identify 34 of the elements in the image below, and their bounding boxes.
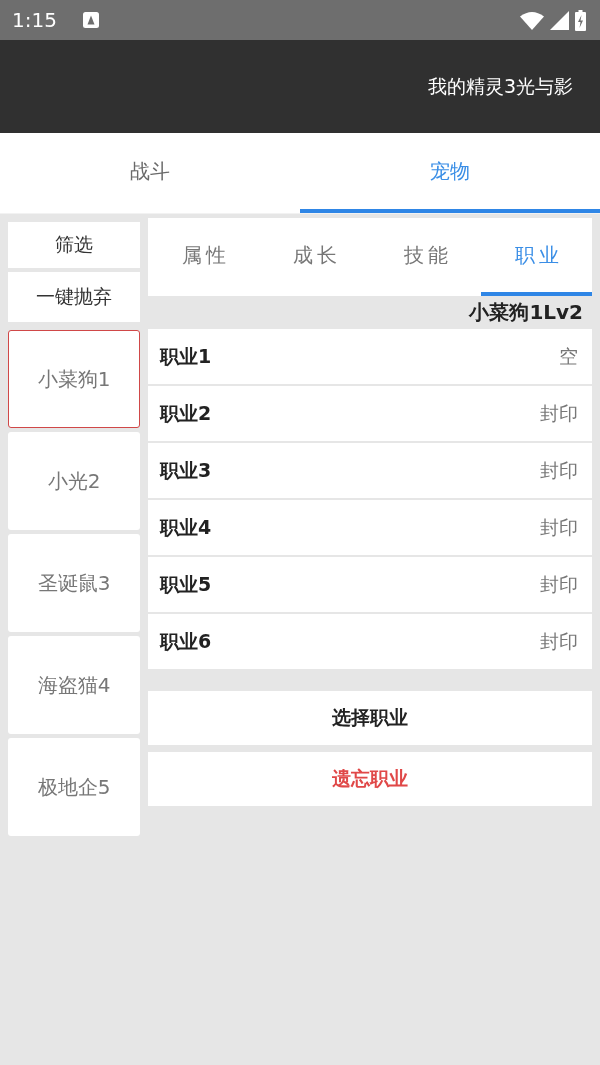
job-status: 封印 <box>540 400 578 426</box>
job-row[interactable]: 职业5 封印 <box>148 557 592 612</box>
status-time: 1:15 <box>12 8 57 32</box>
pet-list-item[interactable]: 圣诞鼠3 <box>8 534 140 632</box>
battery-charging-icon <box>575 9 586 31</box>
wifi-icon <box>520 10 544 30</box>
pet-level-heading: 小菜狗1Lv2 <box>469 299 583 326</box>
job-label: 职业3 <box>160 457 212 483</box>
pet-list-item[interactable]: 极地企5 <box>8 738 140 836</box>
job-status: 封印 <box>540 571 578 597</box>
discard-all-button[interactable]: 一键抛弃 <box>8 272 140 322</box>
signal-icon <box>550 10 569 30</box>
filter-button[interactable]: 筛选 <box>8 222 140 268</box>
job-row[interactable]: 职业2 封印 <box>148 386 592 441</box>
job-label: 职业5 <box>160 571 212 597</box>
select-job-button[interactable]: 选择职业 <box>148 691 592 745</box>
job-status: 空 <box>559 343 578 369</box>
job-row[interactable]: 职业1 空 <box>148 329 592 384</box>
pet-list-item[interactable]: 小菜狗1 <box>8 330 140 428</box>
job-label: 职业4 <box>160 514 212 540</box>
job-label: 职业2 <box>160 400 212 426</box>
app-title: 我的精灵3光与影 <box>427 73 573 99</box>
job-label: 职业1 <box>160 343 212 369</box>
pet-list-item[interactable]: 海盗猫4 <box>8 636 140 734</box>
job-status: 封印 <box>540 514 578 540</box>
job-status: 封印 <box>540 628 578 654</box>
notification-icon <box>82 12 99 28</box>
job-row[interactable]: 职业3 封印 <box>148 443 592 498</box>
job-row[interactable]: 职业4 封印 <box>148 500 592 555</box>
job-row[interactable]: 职业6 封印 <box>148 614 592 669</box>
job-label: 职业6 <box>160 628 212 654</box>
forget-job-button[interactable]: 遗忘职业 <box>148 752 592 806</box>
job-status: 封印 <box>540 457 578 483</box>
pet-list-item[interactable]: 小光2 <box>8 432 140 530</box>
